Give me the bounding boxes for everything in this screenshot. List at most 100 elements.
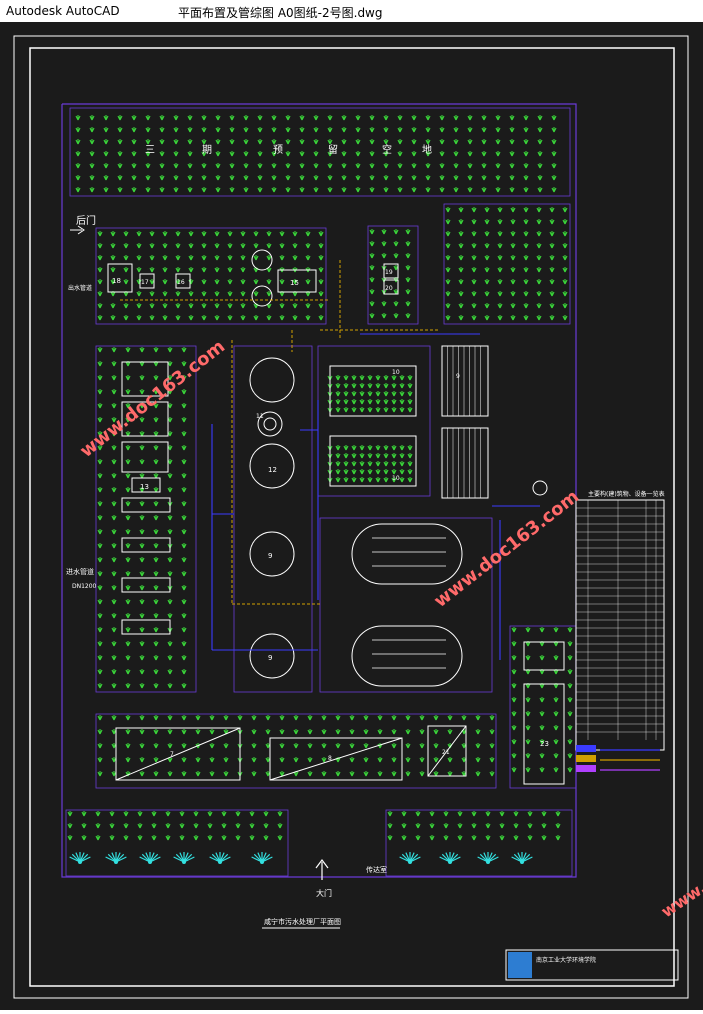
- plant-symbol: [467, 139, 473, 145]
- plant-symbol: [458, 315, 464, 321]
- plant-symbol: [539, 711, 545, 717]
- equipment-table: [575, 499, 665, 751]
- plant-symbol: [525, 655, 531, 661]
- plant-symbol: [562, 279, 568, 285]
- oxidation-ditch-2: [351, 625, 463, 687]
- plant-symbol: [497, 267, 503, 273]
- plant-symbol: [299, 151, 305, 157]
- plant-symbol: [243, 187, 249, 193]
- drawing-canvas[interactable]: 三 期 预 留 空 地 后门 18 17 16 15 19 20 出水管道 13…: [0, 22, 703, 1010]
- plant-symbol: [415, 835, 421, 841]
- plant-symbol: [139, 543, 145, 549]
- plant-symbol: [111, 459, 117, 465]
- plant-symbol: [111, 613, 117, 619]
- plant-symbol: [215, 187, 221, 193]
- plant-symbol: [201, 291, 207, 297]
- plant-symbol: [439, 163, 445, 169]
- plant-symbol: [445, 255, 451, 261]
- plant-symbol: [181, 771, 187, 777]
- plant-symbol: [253, 279, 259, 285]
- outlet-label: 出水管道: [68, 284, 92, 292]
- plant-symbol: [393, 301, 399, 307]
- plant-symbol: [193, 811, 199, 817]
- plant-symbol: [445, 219, 451, 225]
- plant-symbol: [136, 303, 142, 309]
- plant-symbol: [367, 383, 373, 389]
- plant-symbol: [201, 315, 207, 321]
- plant-symbol: [399, 469, 405, 475]
- plant-symbol: [497, 303, 503, 309]
- plant-symbol: [511, 711, 517, 717]
- plant-symbol: [181, 403, 187, 409]
- plant-symbol: [175, 303, 181, 309]
- plant-symbol: [167, 417, 173, 423]
- plant-symbol: [243, 139, 249, 145]
- plant-symbol: [551, 187, 557, 193]
- plant-symbol: [481, 151, 487, 157]
- plant-symbol: [381, 253, 387, 259]
- plant-symbol: [285, 151, 291, 157]
- plant-symbol: [537, 127, 543, 133]
- plant-symbol: [343, 375, 349, 381]
- plant-symbol: [407, 375, 413, 381]
- plant-symbol: [187, 139, 193, 145]
- plant-symbol: [484, 291, 490, 297]
- plant-symbol: [285, 139, 291, 145]
- plant-symbol: [341, 139, 347, 145]
- plant-symbol: [81, 811, 87, 817]
- plant-symbol: [162, 291, 168, 297]
- plant-symbol: [307, 729, 313, 735]
- plant-symbol: [537, 151, 543, 157]
- unit-10a-label: 10: [392, 369, 400, 376]
- plant-symbol: [509, 151, 515, 157]
- plant-symbol: [153, 627, 159, 633]
- plant-symbol: [175, 315, 181, 321]
- plant-symbol: [429, 823, 435, 829]
- plant-symbol: [89, 163, 95, 169]
- plant-symbol: [369, 127, 375, 133]
- plant-symbol: [240, 315, 246, 321]
- plant-symbol: [458, 255, 464, 261]
- plant-symbol: [181, 445, 187, 451]
- plant-symbol: [318, 291, 324, 297]
- plant-symbol: [159, 151, 165, 157]
- plant-symbol: [201, 115, 207, 121]
- plant-symbol: [167, 613, 173, 619]
- plant-symbol: [293, 715, 299, 721]
- plant-symbol: [399, 383, 405, 389]
- plant-symbol: [97, 303, 103, 309]
- plant-symbol: [131, 163, 137, 169]
- plant-symbol: [175, 267, 181, 273]
- plant-symbol: [369, 115, 375, 121]
- plant-symbol: [279, 231, 285, 237]
- plant-symbol: [355, 187, 361, 193]
- plant-symbol: [509, 115, 515, 121]
- drawing-svg: 三 期 预 留 空 地 后门 18 17 16 15 19 20 出水管道 13…: [13, 35, 703, 999]
- plant-symbol: [341, 151, 347, 157]
- plant-symbol: [153, 445, 159, 451]
- plant-symbol: [539, 767, 545, 773]
- plant-symbol: [343, 477, 349, 483]
- plant-symbol: [509, 127, 515, 133]
- plant-symbol: [153, 431, 159, 437]
- clarifier-zone: [233, 345, 313, 693]
- plant-symbol: [277, 823, 283, 829]
- plant-symbol: [285, 115, 291, 121]
- plant-symbol: [484, 255, 490, 261]
- plant-symbol: [523, 303, 529, 309]
- plant-symbol: [215, 163, 221, 169]
- plant-symbol: [509, 139, 515, 145]
- plant-symbol: [153, 655, 159, 661]
- plant-symbol: [553, 739, 559, 745]
- plant-symbol: [125, 669, 131, 675]
- plant-symbol: [175, 255, 181, 261]
- plant-symbol: [375, 383, 381, 389]
- plant-symbol: [527, 823, 533, 829]
- plant-symbol: [181, 487, 187, 493]
- plant-symbol: [313, 175, 319, 181]
- back-gate-label: 后门: [76, 214, 96, 227]
- plant-symbol: [407, 407, 413, 413]
- plant-symbol: [511, 641, 517, 647]
- plant-symbol: [495, 187, 501, 193]
- plant-symbol: [407, 469, 413, 475]
